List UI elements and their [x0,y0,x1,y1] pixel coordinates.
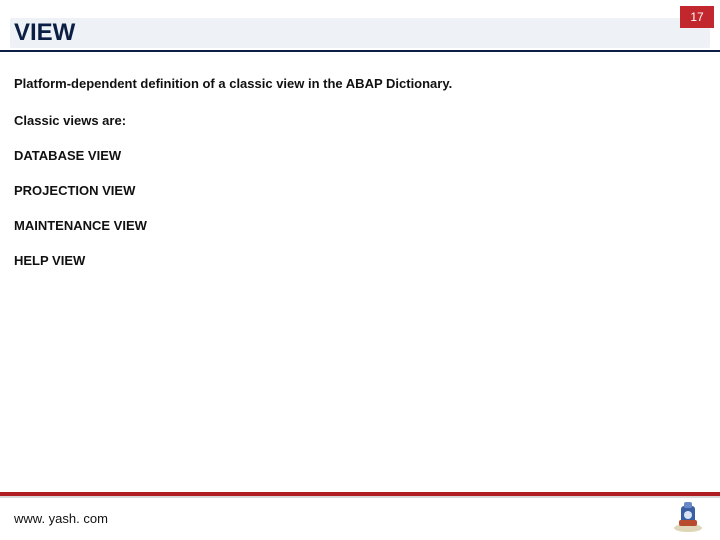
footer-url: www. yash. com [14,511,108,526]
company-logo-icon [670,498,706,534]
list-item: HELP VIEW [14,253,706,268]
list-item: DATABASE VIEW [14,148,706,163]
slide-header: VIEW 17 [0,0,720,54]
list-heading: Classic views are: [14,113,706,128]
slide-title: VIEW [14,19,75,47]
list-item: PROJECTION VIEW [14,183,706,198]
title-background [10,18,710,48]
footer-divider-gray [0,496,720,498]
slide-footer: www. yash. com [0,492,720,540]
intro-paragraph: Platform-dependent definition of a class… [14,76,706,91]
page-number-badge: 17 [680,6,714,28]
list-item: MAINTENANCE VIEW [14,218,706,233]
slide-content: Platform-dependent definition of a class… [0,54,720,268]
title-underline [0,50,720,52]
